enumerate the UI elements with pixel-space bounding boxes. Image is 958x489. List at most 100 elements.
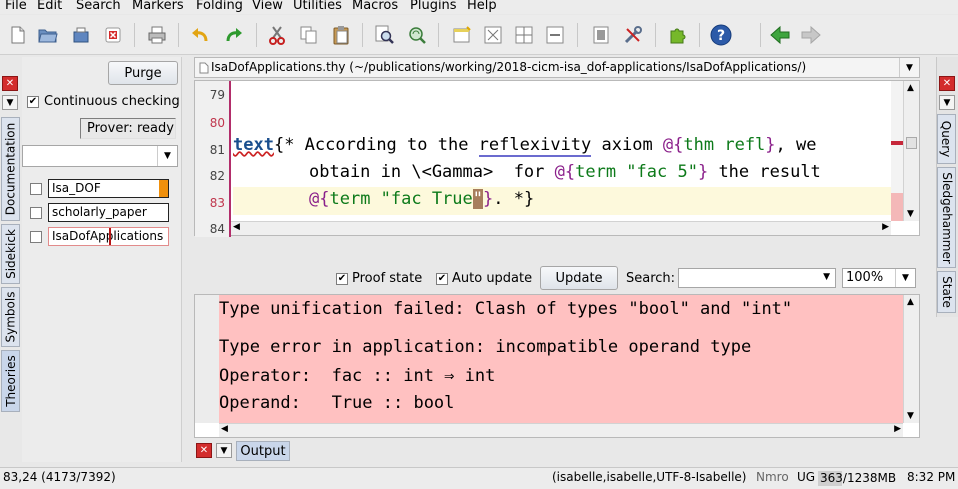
help-icon[interactable]: ? — [709, 23, 733, 47]
close-file-icon[interactable] — [101, 23, 125, 47]
scroll-right-icon[interactable]: ▶ — [882, 222, 889, 232]
line-number-gutter: 79 80 81 82 83 84 — [195, 81, 231, 237]
print-icon[interactable] — [145, 23, 169, 47]
theory-item-isadofapplications[interactable]: IsaDofApplications — [30, 227, 169, 246]
open-folder-icon[interactable] — [36, 23, 60, 47]
menu-folding[interactable]: Folding — [196, 0, 243, 13]
menu-file[interactable]: File — [5, 0, 27, 13]
status-ug[interactable]: UG — [797, 470, 815, 484]
theory-item-scholarly-paper[interactable]: scholarly_paper — [30, 203, 169, 222]
scroll-up-icon[interactable]: ▲ — [907, 83, 914, 93]
output-horizontal-scrollbar[interactable]: ◀ ▶ — [219, 423, 903, 437]
scrollbar-thumb[interactable] — [906, 137, 917, 149]
scroll-left-icon[interactable]: ◀ — [233, 222, 240, 232]
dock-menu-icon[interactable]: ▼ — [216, 443, 232, 458]
menu-bar: File Edit Search Markers Folding View Ut… — [0, 0, 958, 14]
plugin-icon[interactable] — [666, 23, 690, 47]
text-editor[interactable]: 79 80 81 82 83 84 text{* According to th… — [194, 80, 920, 237]
chevron-down-icon[interactable]: ▼ — [895, 269, 915, 287]
file-icon — [199, 62, 209, 74]
menu-utilities[interactable]: Utilities — [293, 0, 342, 13]
output-vertical-scrollbar[interactable]: ▲ ▼ — [903, 295, 919, 423]
theory-filter-combo[interactable]: ▼ — [22, 145, 178, 167]
theory-checkbox[interactable] — [30, 230, 42, 243]
split-view-icon[interactable] — [481, 23, 505, 47]
chevron-down-icon[interactable]: ▼ — [823, 272, 830, 282]
output-line: Type error in application: incompatible … — [219, 337, 752, 357]
tab-sledgehammer[interactable]: Sledgehammer — [937, 167, 956, 268]
undo-icon[interactable] — [188, 23, 212, 47]
proof-state-row: ✔ Proof state — [336, 271, 423, 286]
menu-markers[interactable]: Markers — [132, 0, 184, 13]
output-panel[interactable]: Type unification failed: Clash of types … — [194, 294, 920, 438]
text-cursor: " — [472, 189, 484, 209]
menu-macros[interactable]: Macros — [352, 0, 398, 13]
scroll-left-icon[interactable]: ◀ — [221, 424, 228, 434]
code-line-82: obtain in \<Gamma> for @{term "fac 5"} t… — [309, 162, 821, 182]
chevron-down-icon[interactable]: ▼ — [157, 146, 177, 166]
tab-theories[interactable]: Theories — [1, 350, 20, 412]
error-overview-column[interactable] — [891, 81, 903, 221]
toggle-fullscreen-icon[interactable] — [543, 23, 567, 47]
buffer-mode[interactable]: (isabelle,isabelle,UTF-8-Isabelle) — [552, 470, 746, 484]
find-replace-icon[interactable] — [405, 23, 429, 47]
search-combo[interactable]: ▼ — [678, 268, 836, 288]
menu-plugins[interactable]: Plugins — [410, 0, 457, 13]
continuous-checking-row: ✔ Continuous checking — [27, 94, 180, 109]
menu-view[interactable]: View — [252, 0, 283, 13]
redo-icon[interactable] — [222, 23, 246, 47]
paste-icon[interactable] — [329, 23, 353, 47]
dock-menu-icon[interactable]: ▼ — [939, 95, 955, 110]
search-label: Search: — [626, 271, 676, 286]
purge-button[interactable]: Purge — [108, 61, 178, 85]
continuous-checking-checkbox[interactable]: ✔ — [27, 95, 39, 108]
reload-icon[interactable] — [69, 23, 93, 47]
caret-position[interactable]: 83,24 (4173/7392) — [3, 470, 116, 484]
status-bar: 83,24 (4173/7392) (isabelle,isabelle,UTF… — [0, 467, 958, 489]
scroll-up-icon[interactable]: ▲ — [907, 297, 914, 307]
editor-horizontal-scrollbar[interactable]: ◀ ▶ — [231, 221, 891, 235]
prover-status: Prover: ready — [80, 118, 176, 139]
tab-sidekick[interactable]: Sidekick — [1, 224, 20, 284]
cut-icon[interactable] — [265, 23, 289, 47]
document-icon[interactable] — [589, 23, 613, 47]
theory-progress-bar — [159, 180, 168, 197]
auto-update-checkbox[interactable]: ✔ — [436, 272, 448, 285]
chevron-down-icon[interactable]: ▼ — [899, 58, 919, 77]
menu-edit[interactable]: Edit — [37, 0, 62, 13]
zoom-combo[interactable]: 100% ▼ — [842, 268, 916, 288]
tab-documentation[interactable]: Documentation — [1, 117, 20, 221]
unsplit-view-icon[interactable] — [512, 23, 536, 47]
menu-search[interactable]: Search — [76, 0, 121, 13]
theory-item-isa-dof[interactable]: Isa_DOF — [30, 179, 169, 198]
tab-symbols[interactable]: Symbols — [1, 287, 20, 347]
tools-icon[interactable] — [621, 23, 645, 47]
copy-icon[interactable] — [297, 23, 321, 47]
forward-arrow-icon[interactable] — [799, 23, 823, 47]
editor-vertical-scrollbar[interactable]: ▲ ▼ — [903, 81, 919, 221]
buffer-switcher[interactable]: IsaDofApplications.thy (~/publications/w… — [194, 57, 920, 78]
tab-query[interactable]: Query — [937, 114, 956, 164]
memory-indicator[interactable]: 363/1238MB — [818, 471, 900, 486]
back-arrow-icon[interactable] — [768, 23, 792, 47]
scroll-down-icon[interactable]: ▼ — [907, 209, 914, 219]
theories-panel: Purge ✔ Continuous checking Prover: read… — [22, 57, 182, 462]
panel-splitter[interactable] — [194, 240, 920, 264]
proof-state-checkbox[interactable]: ✔ — [336, 272, 348, 285]
tab-output[interactable]: Output — [236, 441, 290, 461]
update-button[interactable]: Update — [540, 266, 618, 290]
menu-help[interactable]: Help — [467, 0, 497, 13]
dock-menu-icon[interactable]: ▼ — [2, 95, 18, 110]
new-view-icon[interactable] — [450, 23, 474, 47]
find-icon[interactable] — [373, 23, 397, 47]
close-dock-icon[interactable]: ✕ — [196, 443, 212, 458]
theory-checkbox[interactable] — [30, 182, 42, 195]
status-flags[interactable]: Nmro — [756, 470, 789, 484]
scroll-right-icon[interactable]: ▶ — [894, 424, 901, 434]
scroll-down-icon[interactable]: ▼ — [907, 411, 914, 421]
tab-state[interactable]: State — [937, 271, 956, 313]
new-file-icon[interactable] — [6, 23, 30, 47]
close-dock-icon[interactable]: ✕ — [939, 76, 955, 91]
theory-checkbox[interactable] — [30, 206, 42, 219]
close-dock-icon[interactable]: ✕ — [2, 76, 18, 91]
